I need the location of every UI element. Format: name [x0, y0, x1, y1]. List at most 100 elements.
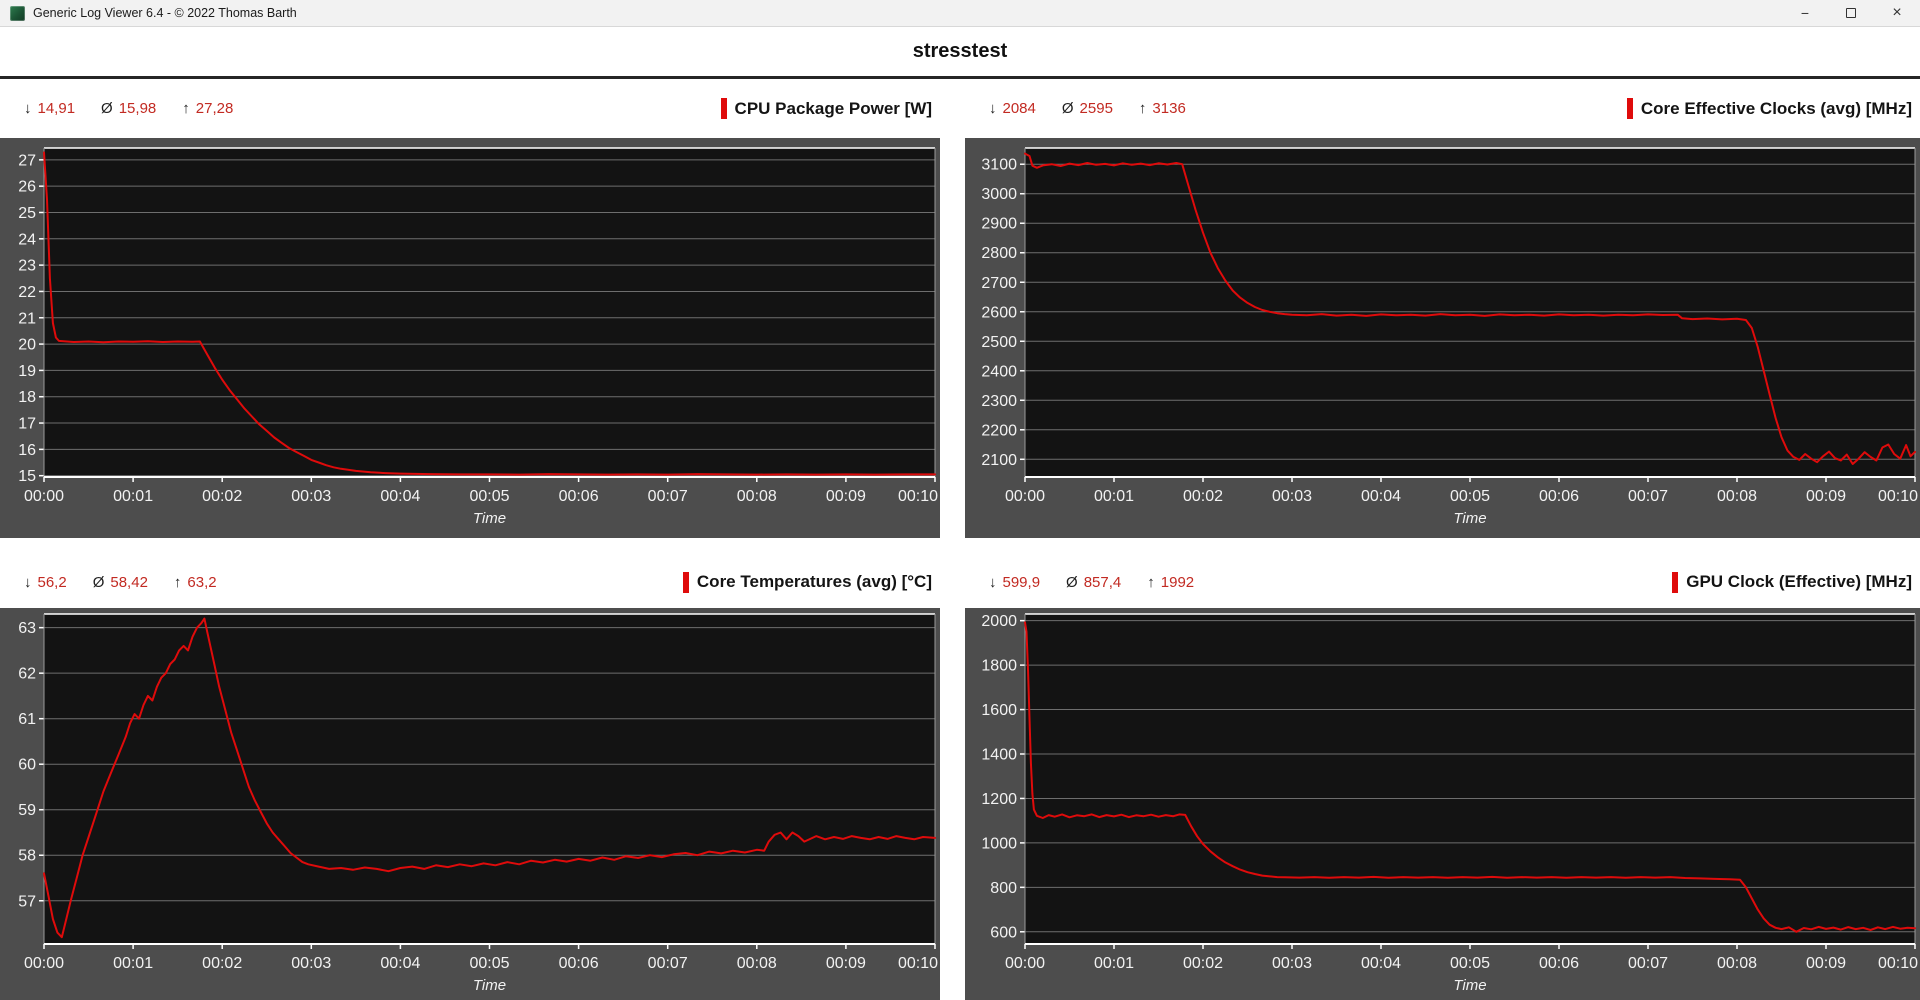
- svg-text:1400: 1400: [981, 747, 1017, 764]
- stats: ↓ 14,91 Ø 15,98 ↑ 27,28: [24, 100, 233, 117]
- stat-avg: Ø 857,4: [1066, 573, 1122, 591]
- svg-text:00:09: 00:09: [826, 488, 866, 505]
- svg-text:00:09: 00:09: [1806, 955, 1846, 972]
- chart-block-cpu-power: ↓ 14,91 Ø 15,98 ↑ 27,28 CPU Package Power […: [0, 79, 940, 538]
- minimize-button[interactable]: −: [1782, 0, 1828, 26]
- maximize-icon: [1846, 8, 1856, 18]
- min-arrow-icon: ↓: [989, 100, 997, 117]
- avg-icon: Ø: [1066, 573, 1078, 591]
- svg-text:20: 20: [18, 337, 36, 354]
- svg-text:00:10: 00:10: [898, 955, 938, 972]
- stat-avg: Ø 58,42: [92, 573, 148, 591]
- svg-text:00:10: 00:10: [1878, 955, 1918, 972]
- svg-text:1200: 1200: [981, 791, 1017, 808]
- avg-icon: Ø: [101, 100, 113, 117]
- svg-text:00:04: 00:04: [1361, 488, 1401, 505]
- svg-text:00:06: 00:06: [1539, 488, 1579, 505]
- stats: ↓ 599,9 Ø 857,4 ↑ 1992: [989, 574, 1194, 591]
- svg-text:2200: 2200: [981, 422, 1017, 439]
- svg-text:00:00: 00:00: [24, 955, 64, 972]
- chart-title: CPU Package Power [W]: [720, 98, 932, 119]
- svg-text:15: 15: [18, 468, 36, 485]
- svg-text:Time: Time: [1453, 510, 1486, 527]
- maximize-button[interactable]: [1828, 0, 1874, 26]
- svg-text:00:09: 00:09: [826, 955, 866, 972]
- svg-text:3000: 3000: [981, 186, 1017, 203]
- svg-text:25: 25: [18, 205, 36, 222]
- svg-text:00:01: 00:01: [1094, 488, 1134, 505]
- cpu-package-power-chart[interactable]: 27 26 25 24 23 22 21 20 19 18 17 16 15 00:00 00:01 00:0…: [0, 138, 940, 538]
- svg-text:26: 26: [18, 179, 36, 196]
- svg-text:00:02: 00:02: [1183, 488, 1223, 505]
- svg-text:58: 58: [18, 848, 36, 865]
- chart-block-core-clocks: ↓ 2084 Ø 2595 ↑ 3136 Core Effective Clocks …: [965, 79, 1920, 538]
- svg-text:00:10: 00:10: [1878, 488, 1918, 505]
- svg-text:Time: Time: [1453, 977, 1486, 994]
- core-temperatures-chart[interactable]: 63 62 61 60 59 58 57 00:00 00:01 00:02 00:03 00:04 0…: [0, 608, 940, 1000]
- svg-text:21: 21: [18, 310, 36, 327]
- svg-text:2800: 2800: [981, 245, 1017, 262]
- stat-avg: Ø 15,98: [101, 100, 157, 117]
- svg-text:18: 18: [18, 389, 36, 406]
- title-accent-bar: [720, 98, 727, 119]
- svg-text:23: 23: [18, 258, 36, 275]
- svg-text:00:08: 00:08: [1717, 488, 1757, 505]
- stats: ↓ 56,2 Ø 58,42 ↑ 63,2: [24, 574, 217, 591]
- svg-text:00:04: 00:04: [1361, 955, 1401, 972]
- svg-text:27: 27: [18, 152, 36, 169]
- svg-text:2000: 2000: [981, 613, 1017, 630]
- close-button[interactable]: ×: [1874, 0, 1920, 26]
- svg-text:600: 600: [990, 924, 1017, 941]
- svg-text:00:04: 00:04: [380, 955, 420, 972]
- stat-max: ↑ 1992: [1147, 573, 1195, 591]
- svg-text:00:05: 00:05: [1450, 488, 1490, 505]
- window-title: Generic Log Viewer 6.4 - © 2022 Thomas B…: [33, 6, 297, 20]
- chart-block-gpu-clock: ↓ 599,9 Ø 857,4 ↑ 1992 GPU Clock (Effective…: [965, 556, 1920, 1000]
- page-title: stresstest: [912, 40, 1008, 62]
- stat-max: ↑ 27,28: [182, 100, 234, 117]
- svg-text:00:01: 00:01: [1094, 955, 1134, 972]
- stat-avg: Ø 2595: [1061, 100, 1113, 117]
- svg-text:00:03: 00:03: [1272, 488, 1312, 505]
- gpu-clock-chart[interactable]: 2000 1800 1600 1400 1200 1000 800 600 00:00 00:01…: [965, 608, 1920, 1000]
- svg-text:00:00: 00:00: [1005, 955, 1045, 972]
- stat-max: ↑ 3136: [1138, 100, 1186, 117]
- app-window: Generic Log Viewer 6.4 - © 2022 Thomas B…: [0, 0, 1920, 1000]
- svg-text:2500: 2500: [981, 334, 1017, 351]
- app-icon: [10, 5, 25, 21]
- svg-text:17: 17: [18, 416, 36, 433]
- svg-text:00:01: 00:01: [113, 955, 153, 972]
- svg-text:1600: 1600: [981, 702, 1017, 719]
- svg-text:00:02: 00:02: [1183, 955, 1223, 972]
- stat-min: ↓ 14,91: [24, 100, 76, 117]
- svg-text:00:03: 00:03: [1272, 955, 1312, 972]
- min-arrow-icon: ↓: [989, 573, 997, 591]
- svg-text:60: 60: [18, 757, 36, 774]
- max-arrow-icon: ↑: [182, 100, 190, 117]
- svg-text:1800: 1800: [981, 658, 1017, 675]
- avg-icon: Ø: [92, 573, 105, 591]
- svg-text:1000: 1000: [981, 835, 1017, 852]
- page-header: stresstest: [0, 27, 1920, 76]
- svg-text:00:05: 00:05: [1450, 955, 1490, 972]
- svg-text:00:00: 00:00: [24, 488, 64, 505]
- stats: ↓ 2084 Ø 2595 ↑ 3136: [989, 100, 1186, 117]
- svg-text:Time: Time: [473, 510, 506, 527]
- svg-text:22: 22: [18, 284, 36, 301]
- stats-row: ↓ 599,9 Ø 857,4 ↑ 1992 GPU Clock (Effective…: [965, 556, 1920, 608]
- svg-text:00:03: 00:03: [291, 955, 331, 972]
- core-effective-clocks-chart[interactable]: 3100 3000 2900 2800 2700 2600 2500 2400 2300 2200…: [965, 138, 1920, 538]
- window-controls: − ×: [1782, 0, 1920, 26]
- avg-icon: Ø: [1061, 100, 1074, 117]
- svg-text:2900: 2900: [981, 216, 1017, 233]
- title-accent-bar: [1672, 571, 1679, 593]
- svg-text:00:01: 00:01: [113, 488, 153, 505]
- svg-text:00:08: 00:08: [737, 955, 777, 972]
- max-arrow-icon: ↑: [1147, 573, 1155, 591]
- stat-min: ↓ 56,2: [24, 573, 67, 591]
- stats-row: ↓ 56,2 Ø 58,42 ↑ 63,2 Core Temperatures (av…: [0, 556, 940, 608]
- svg-text:00:08: 00:08: [737, 488, 777, 505]
- svg-text:63: 63: [18, 620, 36, 637]
- svg-text:62: 62: [18, 666, 36, 683]
- svg-text:00:06: 00:06: [559, 955, 599, 972]
